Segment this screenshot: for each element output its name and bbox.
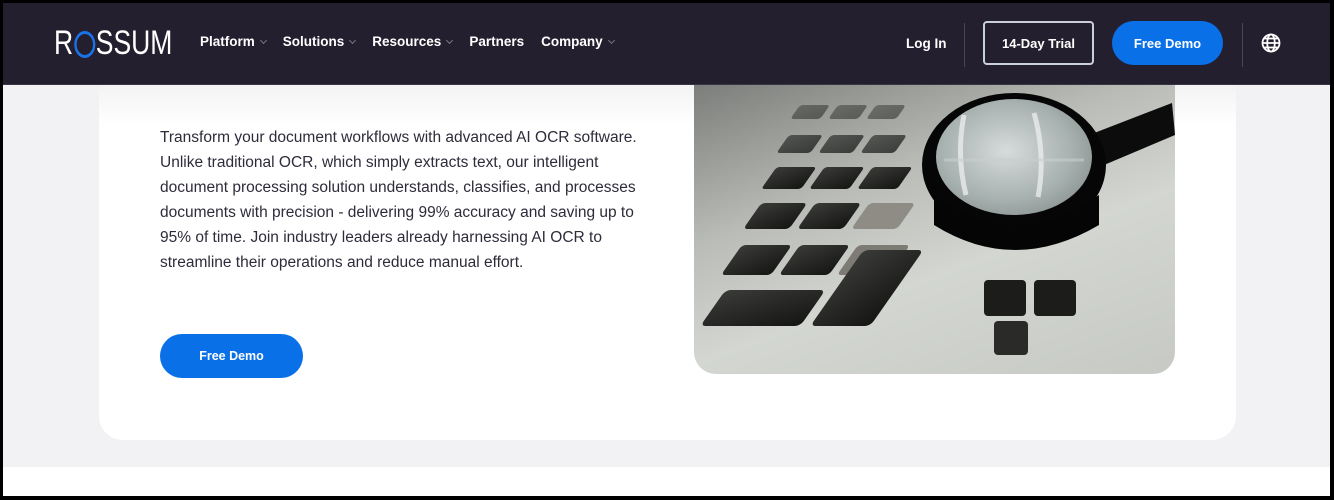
chevron-down-icon [259, 36, 267, 44]
hero-description: Transform your document workflows with a… [160, 129, 637, 271]
nav-item-resources[interactable]: Resources [372, 34, 454, 49]
nav-item-solutions[interactable]: Solutions [282, 34, 357, 49]
rossum-logo[interactable]: R SSUM [54, 23, 173, 62]
logo-text-suffix: SSUM [95, 23, 173, 62]
nav-item-label: Platform [200, 34, 255, 49]
trial-button[interactable]: 14-Day Trial [983, 21, 1094, 65]
nav-item-label: Company [541, 34, 603, 49]
next-section [3, 467, 1330, 496]
logo-ring-icon [73, 30, 95, 58]
browser-viewport: Transform your document workflows with a… [3, 3, 1330, 496]
nav-item-label: Resources [372, 34, 442, 49]
nav-item-company[interactable]: Company [541, 34, 615, 49]
nav-item-label: Partners [469, 34, 525, 49]
nav-free-demo-button[interactable]: Free Demo [1112, 21, 1223, 65]
login-link[interactable]: Log In [906, 36, 947, 51]
globe-icon[interactable] [1260, 32, 1282, 54]
chevron-down-icon [607, 36, 615, 44]
chevron-down-icon [446, 36, 454, 44]
nav-item-platform[interactable]: Platform [200, 34, 267, 49]
nav-divider [964, 23, 965, 67]
hero-image [694, 85, 1175, 374]
nav-item-label: Solutions [282, 34, 345, 49]
top-navbar: R SSUM Platform Solutions Resources Part… [3, 3, 1330, 85]
logo-text-prefix: R [54, 23, 74, 62]
nav-divider [1242, 23, 1243, 67]
nav-item-partners[interactable]: Partners [469, 34, 524, 49]
keyboard-magnifier-illustration [702, 93, 1175, 355]
chevron-down-icon [349, 36, 357, 44]
free-demo-button[interactable]: Free Demo [160, 334, 303, 378]
main-menu: Platform Solutions Resources Partners Co… [200, 34, 631, 49]
